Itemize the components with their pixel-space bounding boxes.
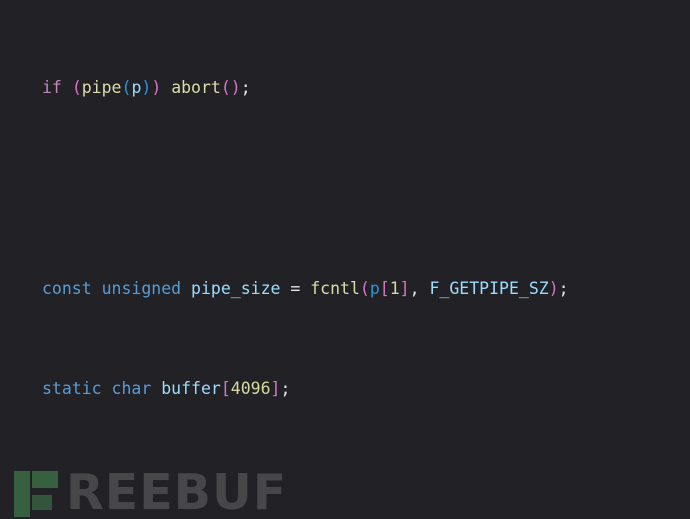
code-line-5-blank [0, 477, 690, 502]
token-space2 [161, 78, 171, 97]
token-fn-pipe: pipe [81, 78, 122, 98]
token-bracket-close: ] [399, 279, 410, 299]
code-line-2-blank [0, 176, 690, 201]
code-block[interactable]: if (pipe(p)) abort(); const unsigned pip… [0, 0, 690, 519]
token-kw-char: char [111, 379, 152, 399]
token-semicolon: ; [280, 379, 291, 399]
code-line-3: const unsigned pipe_size = fcntl(p[1], F… [0, 276, 690, 301]
token-bracket-close: ] [270, 379, 281, 399]
token-fn-abort: abort [171, 78, 221, 98]
token-assign: = [290, 279, 301, 299]
token-paren-close: ) [151, 78, 162, 98]
token-number-1: 1 [389, 279, 400, 299]
token-var-p: p [131, 78, 142, 98]
token-paren-open: ( [359, 279, 370, 299]
code-line-4: static char buffer[4096]; [0, 376, 690, 401]
token-paren-close: ) [548, 279, 559, 299]
token-paren-open-2: ( [121, 78, 132, 98]
token-comma: , [409, 279, 420, 299]
token-kw-unsigned: unsigned [101, 279, 182, 299]
token-bracket-open: [ [379, 279, 390, 299]
token-semicolon: ; [558, 279, 569, 299]
token-fn-fcntl: fcntl [310, 279, 360, 299]
token-paren-close-2: ) [141, 78, 152, 98]
token-var-buffer: buffer [161, 379, 221, 399]
token-semicolon: ; [240, 78, 251, 98]
token-paren-open: ( [71, 78, 82, 98]
code-screenshot: REEBUF if (pipe(p)) abort(); const unsig… [0, 0, 690, 519]
token-keyword-if: if [42, 78, 62, 98]
token-kw-const: const [42, 279, 92, 299]
token-parens-empty: () [220, 78, 241, 98]
token-const-f-getpipe-sz: F_GETPIPE_SZ [429, 279, 549, 299]
token-number-4096: 4096 [230, 379, 271, 399]
code-line-1: if (pipe(p)) abort(); [0, 75, 690, 100]
token-var-p: p [369, 279, 380, 299]
token-bracket-open: [ [220, 379, 231, 399]
token-var-pipe-size: pipe_size [191, 279, 281, 299]
token-kw-static: static [42, 379, 102, 399]
